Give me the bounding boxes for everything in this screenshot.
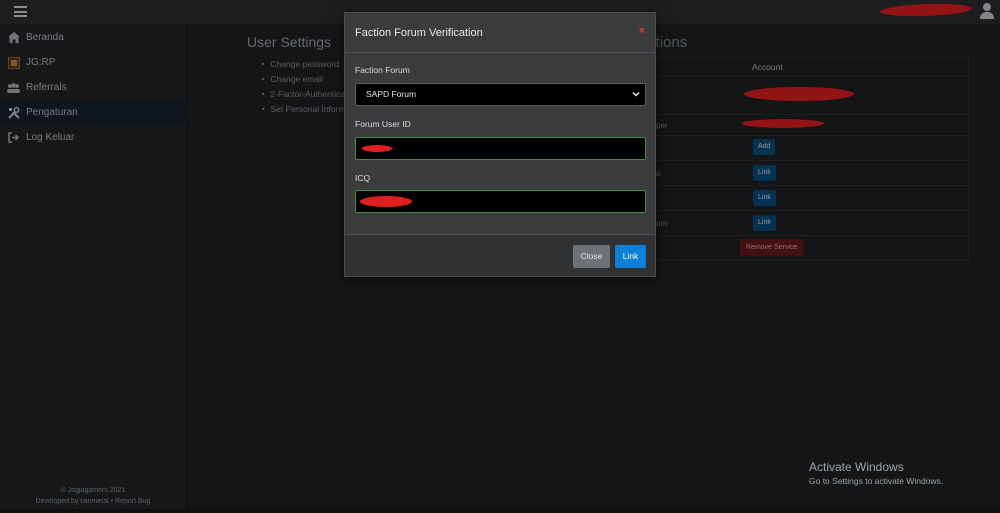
watermark-title: Activate Windows — [809, 460, 904, 474]
watermark-subtitle: Go to Settings to activate Windows. — [809, 476, 944, 486]
faction-forum-select[interactable]: SAPD Forum — [355, 83, 646, 106]
modal-footer: Close Link — [345, 234, 655, 276]
icq-input[interactable] — [355, 190, 646, 213]
redacted-value — [360, 196, 412, 207]
link-submit-button[interactable]: Link — [615, 245, 646, 268]
close-icon[interactable]: × — [639, 25, 645, 37]
activate-windows-watermark: Activate Windows Go to Settings to activ… — [809, 460, 943, 486]
chevron-down-icon — [632, 84, 640, 113]
icq-label: ICQ — [355, 173, 371, 183]
forum-user-id-input[interactable] — [355, 137, 646, 160]
faction-forum-verification-modal: Faction Forum Verification × Faction For… — [344, 12, 656, 277]
redacted-value — [362, 145, 392, 152]
close-button[interactable]: Close — [573, 245, 610, 268]
forum-user-id-label: Forum User ID — [355, 119, 411, 129]
taskbar-edge — [0, 509, 1000, 513]
selected-value: SAPD Forum — [366, 89, 417, 99]
modal-title: Faction Forum Verification — [355, 27, 483, 39]
modal-header: Faction Forum Verification × — [345, 13, 655, 53]
faction-forum-label: Faction Forum — [355, 65, 410, 75]
